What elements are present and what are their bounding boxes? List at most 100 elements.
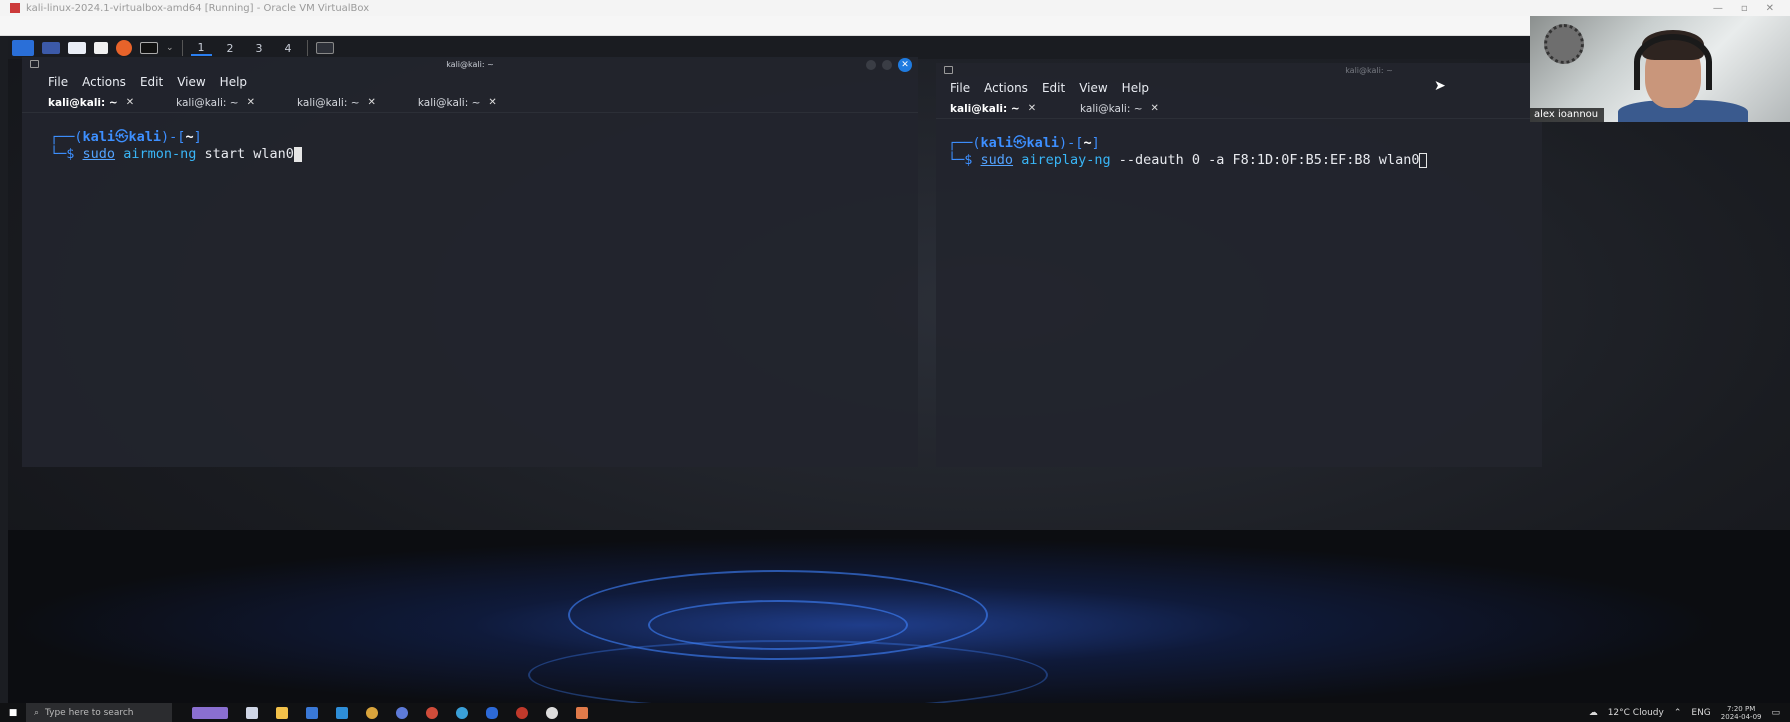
tab-label: kali@kali: ~ — [176, 96, 239, 109]
terminal-tabs: kali@kali: ~ ✕ kali@kali: ~ ✕ — [936, 99, 1542, 119]
task-view-icon[interactable] — [246, 706, 258, 719]
prompt-line: ┌──(kali㉿kali)-[~] — [948, 135, 1100, 151]
terminal-window-left[interactable]: kali@kali: ~ ✕ File Actions Edit View He… — [22, 57, 918, 467]
close-icon[interactable]: ✕ — [898, 58, 912, 72]
file-manager-icon[interactable] — [68, 42, 86, 54]
menu-edit[interactable]: Edit — [140, 75, 163, 89]
background-wheel — [1544, 24, 1584, 64]
close-icon[interactable]: ✕ — [1766, 3, 1774, 14]
language-indicator[interactable]: ENG — [1691, 708, 1710, 718]
maximize-icon[interactable] — [882, 60, 892, 70]
menu-help[interactable]: Help — [220, 75, 247, 89]
terminal-menubar: File Actions Edit View Help — [936, 77, 1542, 99]
close-tab-icon[interactable]: ✕ — [368, 97, 376, 108]
tab-label: kali@kali: ~ — [417, 96, 481, 109]
prompt-line: ┌──(kali㉿kali)-[~] — [50, 129, 202, 145]
command-tool: airmon-ng — [123, 146, 197, 162]
menu-actions[interactable]: Actions — [82, 75, 126, 89]
search-icon: ⌕ — [34, 707, 40, 718]
webcam-name-label: alex ioannou — [1530, 108, 1605, 122]
close-tab-icon[interactable]: ✕ — [1151, 103, 1159, 114]
kali-menu-icon[interactable] — [12, 40, 34, 56]
wallpaper-ripple — [528, 640, 1048, 703]
terminal-tab[interactable]: kali@kali: ~ ✕ — [271, 93, 392, 112]
prompt-dir: ~ — [1083, 135, 1092, 151]
app-icon[interactable] — [396, 706, 408, 719]
edge-icon[interactable] — [456, 706, 468, 719]
store-icon[interactable] — [306, 706, 318, 719]
menu-file[interactable]: File — [950, 81, 970, 95]
prompt-host: kali — [128, 129, 162, 145]
mouse-pointer-icon: ➤ — [1434, 78, 1446, 94]
command-args: start wlan0 — [196, 146, 294, 162]
clock[interactable]: 7:20 PM 2024-04-09 — [1721, 705, 1762, 721]
minimize-icon[interactable]: — — [1713, 3, 1723, 14]
weather-icon: ☁ — [1588, 707, 1598, 718]
menu-view[interactable]: View — [177, 75, 205, 89]
workspace-1[interactable]: 1 — [190, 41, 212, 56]
terminal-titlebar[interactable]: kali@kali: ~ — [936, 63, 1542, 77]
terminal-title: kali@kali: ~ — [446, 59, 494, 69]
pinned-app-icon[interactable] — [192, 706, 228, 719]
terminal-tab[interactable]: kali@kali: ~ ✕ — [22, 93, 150, 112]
close-tab-icon[interactable]: ✕ — [488, 97, 496, 108]
terminal-menubar: File Actions Edit View Help — [22, 71, 918, 93]
terminal-tab[interactable]: kali@kali: ~ ✕ — [1054, 99, 1175, 118]
windows-taskbar: ■ ⌕ Type here to search ☁ 12°C Cloudy ⌃ … — [0, 703, 1790, 722]
terminal-console[interactable]: ┌──(kali㉿kali)-[~] └─$ sudo airmon-ng st… — [22, 113, 918, 163]
file-explorer-icon[interactable] — [276, 706, 288, 719]
media-player-icon[interactable] — [546, 706, 558, 719]
command-args: --deauth 0 -a F8:1D:0F:B5:EF:B8 wlan0 — [1110, 152, 1420, 168]
workspace-3[interactable]: 3 — [249, 42, 270, 55]
terminal-window-icon — [30, 60, 39, 68]
firefox-icon[interactable] — [116, 40, 132, 56]
search-placeholder: Type here to search — [45, 707, 134, 718]
prompt-host: kali — [1026, 135, 1060, 151]
workspace-2[interactable]: 2 — [220, 42, 241, 55]
chrome-icon[interactable] — [426, 706, 438, 719]
prompt-user: kali — [980, 135, 1014, 151]
clock-date: 2024-04-09 — [1720, 712, 1762, 721]
task-terminal-icon[interactable] — [315, 42, 334, 54]
maximize-icon[interactable]: ▫ — [1741, 3, 1748, 14]
notification-icon[interactable]: ▭ — [1771, 708, 1780, 718]
menu-actions[interactable]: Actions — [984, 81, 1028, 95]
app-icon[interactable] — [576, 706, 588, 719]
taskbar-apps — [192, 706, 588, 719]
close-tab-icon[interactable]: ✕ — [126, 97, 134, 108]
virtualbox-icon — [10, 3, 20, 13]
terminal-tab[interactable]: kali@kali: ~ ✕ — [392, 93, 513, 112]
text-editor-icon[interactable] — [94, 42, 108, 54]
webcam-overlay: alex ioannou — [1530, 16, 1790, 122]
terminal-icon[interactable] — [140, 42, 158, 54]
weather-text[interactable]: 12°C Cloudy — [1608, 708, 1664, 718]
kde-top-panel: ⌄ 1 2 3 4 — [8, 37, 1790, 59]
show-desktop-icon[interactable] — [42, 42, 60, 54]
vm-window-titlebar: kali-linux-2024.1-virtualbox-amd64 [Runn… — [0, 0, 1790, 16]
close-tab-icon[interactable]: ✕ — [1028, 103, 1036, 114]
close-tab-icon[interactable]: ✕ — [247, 97, 255, 108]
menu-view[interactable]: View — [1079, 81, 1107, 95]
chevron-up-icon[interactable]: ⌃ — [1674, 708, 1682, 718]
text-cursor — [293, 146, 302, 162]
taskbar-search[interactable]: ⌕ Type here to search — [26, 703, 172, 722]
terminal-titlebar[interactable]: kali@kali: ~ ✕ — [22, 57, 918, 72]
clock-time: 7:20 PM — [1727, 704, 1756, 713]
app-icon[interactable] — [366, 706, 378, 719]
minimize-icon[interactable] — [866, 60, 876, 70]
workspace-4[interactable]: 4 — [278, 42, 299, 55]
terminal-window-icon — [944, 66, 953, 74]
menu-edit[interactable]: Edit — [1042, 81, 1065, 95]
zoom-icon[interactable] — [486, 706, 498, 719]
virtualbox-taskbar-icon[interactable] — [516, 706, 528, 719]
chevron-down-icon[interactable]: ⌄ — [166, 43, 174, 53]
mail-icon[interactable] — [336, 706, 348, 719]
menu-file[interactable]: File — [48, 75, 68, 89]
menu-help[interactable]: Help — [1122, 81, 1149, 95]
terminal-console[interactable]: ┌──(kali㉿kali)-[~] └─$ sudo aireplay-ng … — [936, 119, 1542, 169]
terminal-tab[interactable]: kali@kali: ~ ✕ — [150, 93, 271, 112]
windows-start-icon[interactable]: ■ — [0, 708, 26, 718]
terminal-tab[interactable]: kali@kali: ~ ✕ — [936, 99, 1054, 118]
panel-divider — [181, 40, 183, 56]
terminal-window-right[interactable]: kali@kali: ~ File Actions Edit View Help… — [936, 63, 1542, 467]
